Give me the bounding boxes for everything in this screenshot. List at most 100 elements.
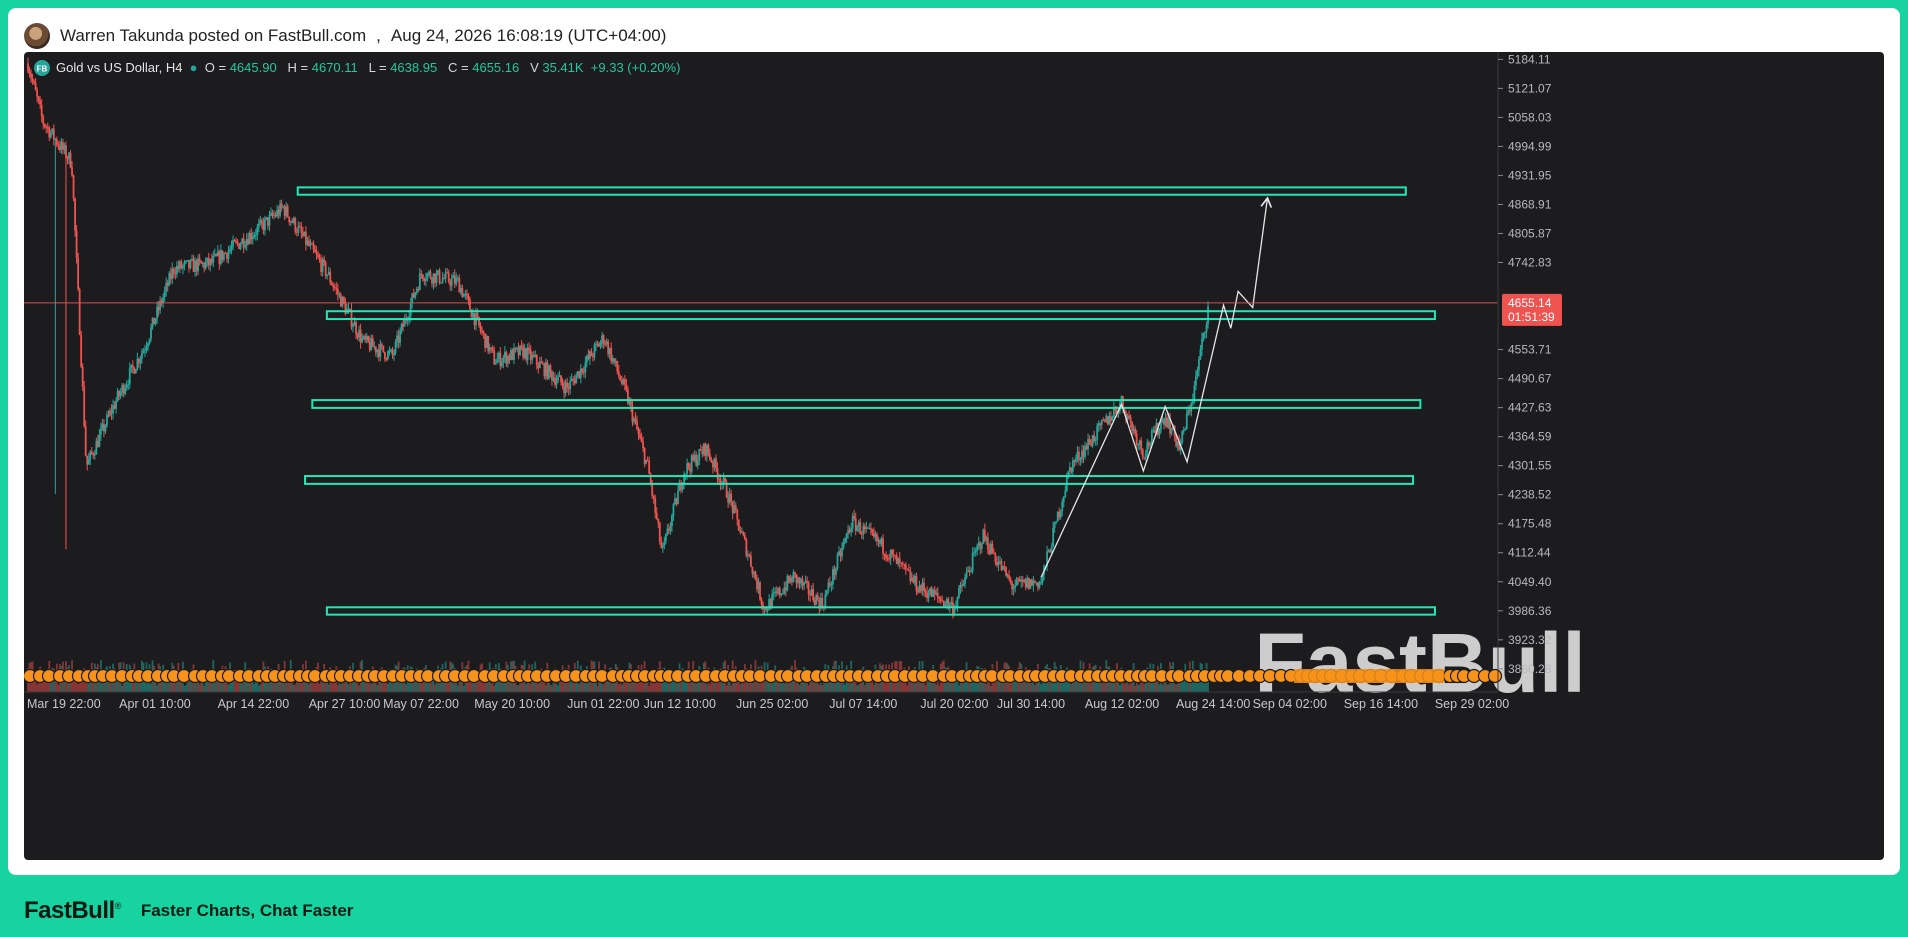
candle-body <box>965 572 968 578</box>
candle-body <box>119 391 122 396</box>
candle-body <box>383 352 386 359</box>
candle-body <box>1128 415 1130 417</box>
candle-body <box>742 532 745 536</box>
candle-body <box>57 144 60 147</box>
candle-body <box>836 554 839 569</box>
candle-body <box>312 243 315 250</box>
candle-body <box>268 214 271 226</box>
candle-body <box>1144 453 1147 458</box>
candle-body <box>65 145 67 159</box>
candle-body <box>491 347 494 351</box>
price-tick-label: 5184.11 <box>1508 52 1551 66</box>
candle-body <box>494 363 497 365</box>
footer-logo[interactable]: FastBull® <box>24 897 121 925</box>
post-card: Warren Takunda posted on FastBull.com , … <box>8 8 1900 875</box>
candle-body <box>1194 376 1197 386</box>
candle-body <box>127 384 130 386</box>
candle-body <box>1199 349 1202 359</box>
candle-body <box>43 123 46 127</box>
candle-body <box>856 526 859 531</box>
price-tick-label: 4868.91 <box>1508 197 1552 211</box>
candle-body <box>382 345 385 353</box>
support-resistance-zone <box>304 475 1415 485</box>
candle-body <box>1094 439 1097 441</box>
candle-body <box>380 344 383 346</box>
candle-body <box>557 376 559 381</box>
candle-body <box>189 260 192 269</box>
time-tick-label: Sep 16 14:00 <box>1344 697 1418 711</box>
candle-body <box>493 350 496 365</box>
candlestick-chart[interactable]: FastBull 4655.1401:51:39 5184.115121.075… <box>24 52 1884 860</box>
candle-body <box>349 308 351 310</box>
candle-body <box>286 206 289 217</box>
candle-body <box>104 425 107 432</box>
candle-body <box>991 543 994 554</box>
avatar[interactable] <box>24 23 50 49</box>
footer-brand-text: FastBull <box>24 896 115 924</box>
candle-body <box>77 257 80 290</box>
candle-body <box>481 330 483 333</box>
candle-body <box>593 344 596 357</box>
time-tick-label: Jun 12 10:00 <box>644 697 716 711</box>
candle-body <box>1205 324 1208 333</box>
candle-body <box>724 478 726 483</box>
candle-body <box>361 337 364 343</box>
candle-body <box>859 522 862 534</box>
candle-body <box>535 355 538 365</box>
candle-body <box>520 345 523 347</box>
candle-body <box>317 254 319 258</box>
legend-title: Gold vs US Dollar, H4 <box>56 60 182 75</box>
time-tick-label: Mar 19 22:00 <box>27 697 101 711</box>
candle-body <box>36 90 39 97</box>
candle-body <box>994 554 997 563</box>
candle-body <box>150 327 152 339</box>
footer-tagline: Faster Charts, Chat Faster <box>140 900 354 920</box>
post-author[interactable]: Warren Takunda posted on FastBull.com <box>60 26 366 46</box>
candle-body <box>134 369 137 374</box>
candle-body <box>745 539 748 557</box>
candle-body <box>1137 444 1140 446</box>
candle-body <box>251 237 254 240</box>
support-resistance-zone <box>325 310 1436 321</box>
candle-body <box>429 271 432 279</box>
candle-body <box>1012 587 1015 590</box>
candle-body <box>1160 422 1162 430</box>
candle-body <box>426 273 429 279</box>
legend-v-label: V <box>530 60 542 75</box>
candle-body <box>939 598 942 601</box>
candle-body <box>642 441 644 448</box>
candle-body <box>30 74 32 79</box>
candle-body <box>1009 578 1012 583</box>
candle-body <box>1008 575 1010 579</box>
candle-body <box>420 273 423 275</box>
candle-body <box>519 345 521 356</box>
candle-body <box>1196 370 1199 377</box>
price-tick-label: 4238.52 <box>1508 488 1552 502</box>
candle-body <box>326 274 329 276</box>
candle-body <box>652 495 655 498</box>
candle-body <box>639 434 641 438</box>
chart-panel[interactable]: FastBull 4655.14 01:51:39 5184.11 5121.07 5… <box>24 52 1884 860</box>
candle-body <box>388 351 391 353</box>
candle-body <box>1184 428 1187 430</box>
candle-body <box>958 587 960 598</box>
candle-body <box>853 515 856 519</box>
candle-body <box>734 505 737 511</box>
candle-body <box>630 401 632 406</box>
candle-body <box>260 220 263 224</box>
candle-body <box>52 128 55 140</box>
candle-body <box>616 360 619 372</box>
candle-body <box>883 553 886 555</box>
candle-body <box>163 290 166 298</box>
candle-body <box>654 497 657 513</box>
candle-body <box>885 554 887 559</box>
legend-v-value: 35.41K <box>542 60 590 75</box>
candle-body <box>324 262 327 276</box>
candle-body <box>1204 332 1206 334</box>
candle-body <box>1202 332 1205 339</box>
candle-body <box>672 504 675 516</box>
candle-body <box>526 347 529 360</box>
candle-body <box>355 322 357 335</box>
candle-body <box>806 580 809 583</box>
candle-body <box>479 325 482 331</box>
